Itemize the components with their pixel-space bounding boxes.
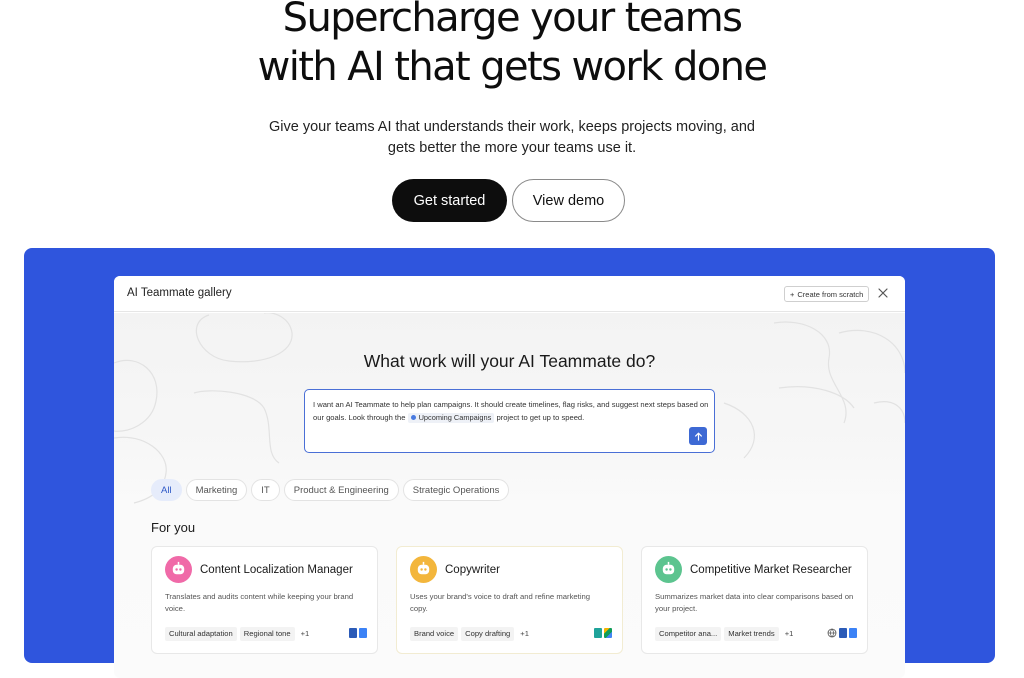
app-body: What work will your AI Teammate do? I wa…	[114, 313, 905, 678]
card-tags: Cultural adaptation Regional tone +1	[165, 627, 312, 641]
card-tags: Brand voice Copy drafting +1	[410, 627, 532, 641]
filter-marketing[interactable]: Marketing	[185, 479, 248, 501]
create-from-scratch-button[interactable]: + Create from scratch	[784, 286, 870, 302]
get-started-button[interactable]: Get started	[392, 179, 507, 222]
filter-all[interactable]: All	[151, 479, 182, 501]
teammate-card-content-localization[interactable]: Content Localization Manager Translates …	[151, 546, 378, 654]
plus-icon: +	[790, 289, 795, 299]
robot-face-icon	[655, 556, 682, 583]
teammate-card-competitive-market-researcher[interactable]: Competitive Market Researcher Summarizes…	[641, 546, 868, 654]
close-icon[interactable]	[877, 287, 889, 299]
filter-product-engineering[interactable]: Product & Engineering	[283, 479, 399, 501]
teammate-card-copywriter[interactable]: Copywriter Uses your brand's voice to dr…	[396, 546, 623, 654]
section-title: For you	[151, 520, 196, 535]
drive-icon	[604, 628, 612, 638]
hero-subtitle: Give your teams AI that understands thei…	[269, 119, 755, 156]
card-tag: Market trends	[724, 627, 779, 641]
arrow-up-icon	[694, 432, 702, 441]
sharepoint-icon	[594, 628, 602, 638]
globe-icon	[827, 628, 837, 638]
app-title: AI Teammate gallery	[127, 287, 232, 299]
card-tag: Regional tone	[239, 627, 295, 641]
card-apps	[349, 628, 367, 638]
card-tag: Brand voice	[410, 627, 459, 641]
hero-title-line-1: Supercharge your teams	[282, 0, 743, 41]
outlook-icon	[349, 628, 357, 638]
card-tag: Cultural adaptation	[165, 627, 237, 641]
project-chip[interactable]: Upcoming Campaigns	[407, 412, 495, 423]
robot-face-icon	[410, 556, 437, 583]
card-title: Copywriter	[445, 564, 500, 576]
docs-icon	[849, 628, 857, 638]
prompt-input[interactable]: I want an AI Teammate to help plan campa…	[304, 389, 715, 453]
card-description: Summarizes market data into clear compar…	[655, 592, 854, 613]
hero-title-line-2: with AI that gets work done	[257, 44, 768, 90]
card-title: Content Localization Manager	[200, 564, 353, 576]
filter-it[interactable]: IT	[251, 479, 280, 501]
app-window: AI Teammate gallery + Create from scratc…	[114, 276, 905, 678]
card-description: Translates and audits content while keep…	[165, 592, 354, 613]
docs-icon	[359, 628, 367, 638]
category-filters: All Marketing IT Product & Engineering S…	[151, 479, 510, 501]
view-demo-button[interactable]: View demo	[512, 179, 625, 222]
card-tag-more: +1	[300, 629, 310, 638]
outlook-icon	[839, 628, 847, 638]
card-title: Competitive Market Researcher	[690, 564, 852, 576]
project-dot-icon	[410, 415, 416, 420]
card-tag-more: +1	[520, 629, 529, 638]
app-header: AI Teammate gallery + Create from scratc…	[114, 276, 905, 312]
hero-title: Supercharge your teams with AI that gets…	[0, 0, 1024, 92]
prompt-text: I want an AI Teammate to help plan campa…	[313, 398, 713, 424]
card-tags: Competitor ana... Market trends +1	[655, 627, 796, 641]
card-tag-more: +1	[784, 629, 794, 638]
project-chip-label: Upcoming Campaigns	[418, 412, 492, 422]
card-apps	[827, 628, 857, 638]
send-button[interactable]	[689, 427, 707, 445]
card-tag: Copy drafting	[461, 627, 515, 641]
filter-strategic-operations[interactable]: Strategic Operations	[402, 479, 510, 501]
prompt-heading: What work will your AI Teammate do?	[363, 351, 656, 371]
card-apps	[594, 628, 612, 638]
robot-face-icon	[165, 556, 192, 583]
create-from-scratch-label: Create from scratch	[797, 289, 864, 299]
card-tag: Competitor ana...	[655, 627, 722, 641]
prompt-text-after: project to get up to speed.	[496, 413, 585, 422]
card-description: Uses your brand's voice to draft and ref…	[410, 592, 591, 613]
